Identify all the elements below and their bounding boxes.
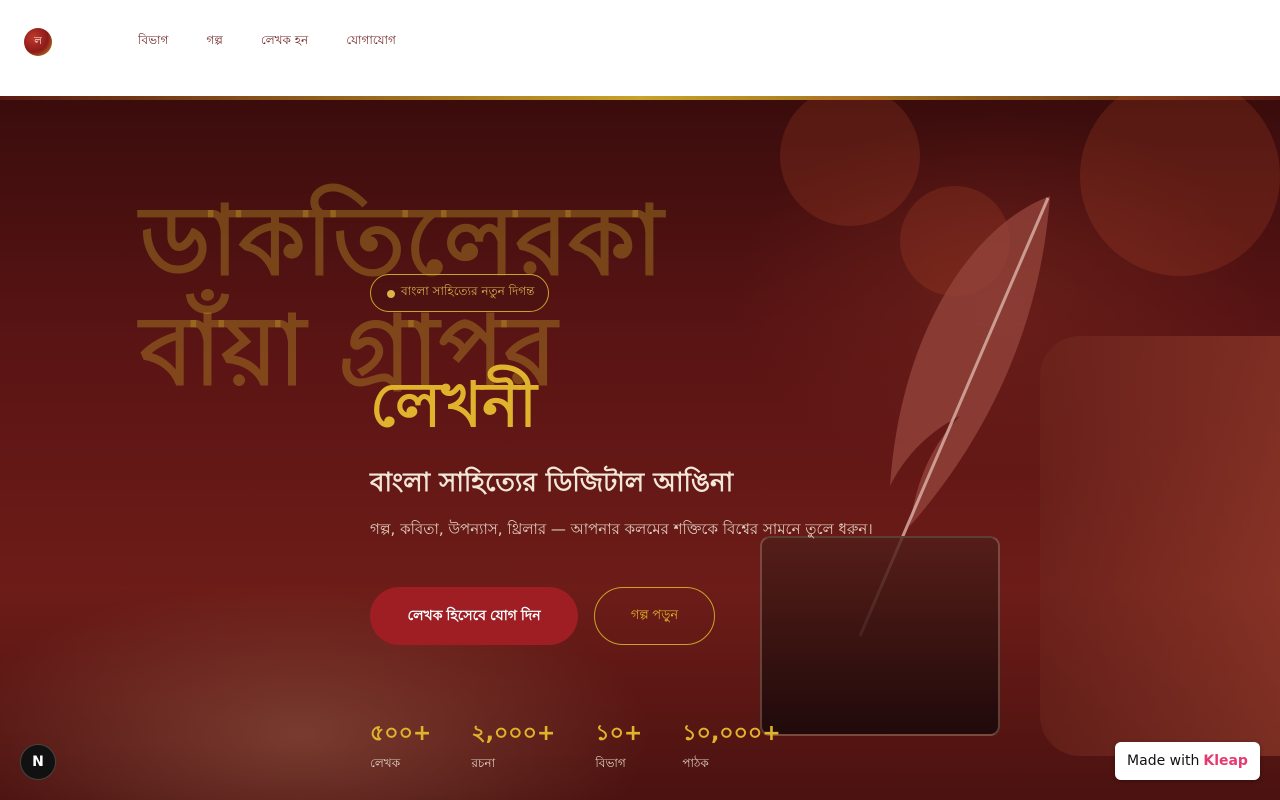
inkwell-illustration: [760, 536, 1000, 736]
hero-stats: ৫০০+ লেখক ২,০০০+ রচনা ১০+ বিভাগ ১০,০০০+ …: [370, 716, 821, 775]
hero-subtitle: বাংলা সাহিত্যের ডিজিটাল আঙিনা: [370, 468, 734, 498]
stat-label: রচনা: [471, 756, 496, 770]
stat-writers: ৫০০+ লেখক: [370, 716, 431, 775]
made-with-kleap-badge[interactable]: Made with Kleap: [1115, 742, 1260, 780]
hero-badge: বাংলা সাহিত্যের নতুন দিগন্ত: [370, 274, 550, 312]
stat-value: ২,০০০+: [471, 721, 556, 746]
site-header: ল বিভাগ গল্প লেখক হন যোগাযোগ: [0, 0, 1280, 96]
stat-value: ৫০০+: [370, 721, 432, 746]
join-as-writer-button[interactable]: লেখক হিসেবে যোগ দিন: [370, 587, 578, 645]
made-with-label: Made with: [1127, 753, 1200, 769]
read-stories-button[interactable]: গল্প পড়ুন: [594, 587, 715, 645]
stat-value: ১০,০০০+: [682, 721, 781, 746]
stat-label: পাঠক: [682, 756, 709, 770]
bokeh-light: [1080, 96, 1280, 276]
badge-dot-icon: [387, 290, 395, 298]
nav-item-become-writer[interactable]: লেখক হন: [261, 32, 308, 52]
hero-title: লেখনী: [370, 368, 537, 441]
nextjs-dev-indicator-button[interactable]: N: [20, 744, 56, 780]
nav-item-categories[interactable]: বিভাগ: [138, 32, 168, 52]
nav-item-stories[interactable]: গল্প: [206, 32, 222, 52]
main-nav: বিভাগ গল্প লেখক হন যোগাযোগ: [138, 32, 434, 52]
stat-readers: ১০,০০০+ পাঠক: [682, 716, 780, 775]
kleap-brand-label: Kleap: [1203, 753, 1248, 769]
hero-section: ডাকতিলেরকা বাঁয়া গ্রাপর বাংলা সাহিত্যের…: [0, 96, 1280, 800]
stat-label: লেখক: [370, 756, 401, 770]
hero-description: গল্প, কবিতা, উপন্যাস, থ্রিলার — আপনার কল…: [370, 520, 873, 538]
stat-works: ২,০০০+ রচনা: [471, 716, 555, 775]
stat-categories: ১০+ বিভাগ: [595, 716, 642, 775]
stat-label: বিভাগ: [595, 756, 626, 770]
stat-value: ১০+: [595, 721, 643, 746]
nav-item-contact[interactable]: যোগাযোগ: [346, 32, 396, 52]
site-logo[interactable]: ল: [24, 28, 52, 56]
hero-gold-divider: [0, 96, 1280, 100]
